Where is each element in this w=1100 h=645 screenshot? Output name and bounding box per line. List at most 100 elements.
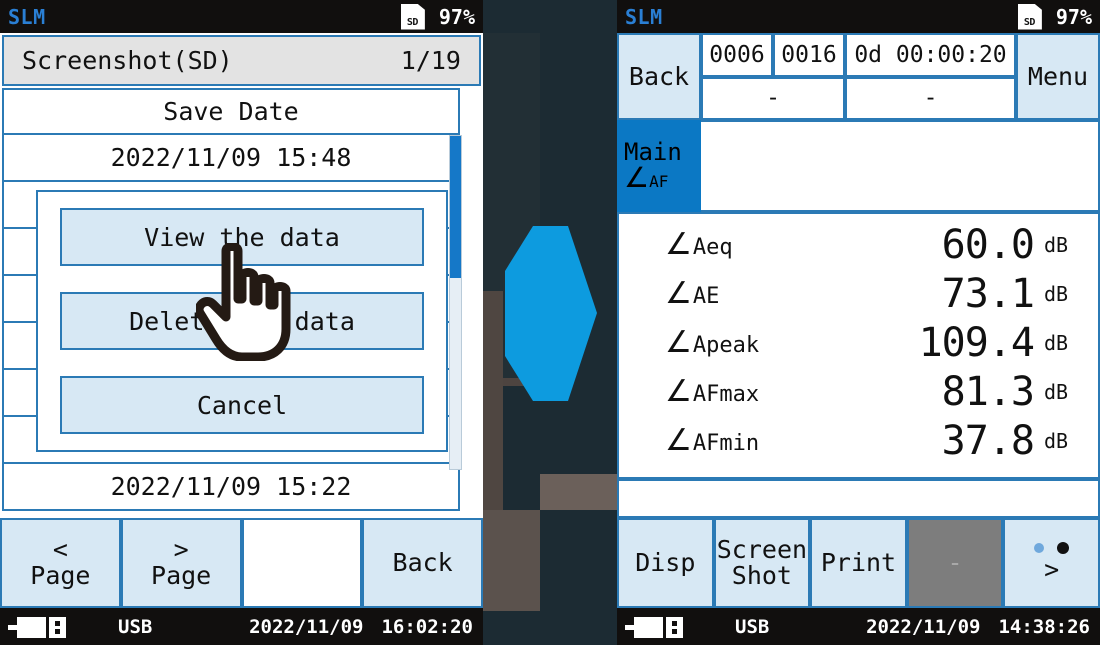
tab-main-laf[interactable]: Main ∠AF <box>617 120 701 212</box>
measurement-subscript: AFmax <box>692 382 760 407</box>
right-screen-panel: SLM SD 97% Back 0006 0016 0d 00:00:20 -- M… <box>617 0 1100 645</box>
disp-button[interactable]: Disp <box>617 518 714 608</box>
measurement-subscript: AFmin <box>692 431 760 456</box>
back-button[interactable]: Back <box>617 33 701 120</box>
sd-card-label: SD <box>406 16 419 28</box>
menu-button[interactable]: Menu <box>1016 33 1100 120</box>
header-cell-bottom: - <box>845 76 1016 120</box>
softkey-label-line1: Back <box>392 547 453 577</box>
page-dot <box>1034 543 1045 554</box>
app-title-left: SLM <box>8 4 46 29</box>
measurement-row: ∠ Apeak 109.4 dB <box>619 318 1098 367</box>
plug-body <box>17 616 46 638</box>
header-cells-bottom-row: -- <box>701 76 1016 120</box>
measurement-value: 81.3 <box>941 368 1035 415</box>
measurement-header-bar: Back 0006 0016 0d 00:00:20 -- Menu <box>617 33 1100 120</box>
softkey-label-line1: > <box>173 534 189 564</box>
delete-the-data-button[interactable]: Delete the data <box>60 292 424 350</box>
left-bottom-status-bar: USB 2022/11/09 16:02:20 <box>0 608 483 645</box>
list-item[interactable]: 2022/11/09 15:48 <box>2 135 460 182</box>
header-cells-top-row: 0006 0016 0d 00:00:20 <box>701 33 1016 77</box>
screen-title-bar: Screenshot(SD) 1/19 <box>2 35 481 86</box>
tab-row-filler <box>701 120 1100 212</box>
date-right: 2022/11/09 <box>866 615 981 638</box>
softkey-label-line2: Shot <box>731 561 792 590</box>
angle-symbol: ∠ <box>665 374 692 409</box>
measurement-label: ∠ AFmin <box>619 423 809 458</box>
next-softkey-page-button[interactable]: > <box>1003 518 1100 608</box>
scrollbar-thumb[interactable] <box>450 136 461 278</box>
view-the-data-button[interactable]: View the data <box>60 208 424 266</box>
measurement-label: ∠ Apeak <box>619 325 809 360</box>
plug-dot-bottom <box>55 628 60 634</box>
angle-symbol: ∠ <box>665 325 692 360</box>
angle-symbol: ∠ <box>665 276 692 311</box>
list-scrollbar[interactable] <box>449 135 462 470</box>
softkey-label-line2: Page <box>30 561 91 590</box>
list-item[interactable]: 2022/11/09 15:22 <box>2 464 460 511</box>
measurement-row: ∠ Aeq 60.0 dB <box>619 220 1098 269</box>
main-tab-row: Main ∠AF <box>617 120 1100 212</box>
measurement-row: ∠ AE 73.1 dB <box>619 269 1098 318</box>
app-title-right: SLM <box>625 4 663 29</box>
measurement-unit: dB <box>1044 379 1069 404</box>
measurement-value: 73.1 <box>941 270 1035 317</box>
cancel-button[interactable]: Cancel <box>60 376 424 434</box>
angle-symbol: ∠ <box>665 227 692 262</box>
page-counter: 1/19 <box>400 46 461 75</box>
list-header: Save Date <box>2 88 460 135</box>
softkey-label-line1: Screen <box>716 534 808 564</box>
header-cell-top: 0d 00:00:20 <box>845 33 1016 77</box>
measurement-empty-row <box>617 479 1100 518</box>
page-dot <box>1057 542 1070 555</box>
measurement-subscript: Apeak <box>692 333 760 358</box>
left-status-bar: SLM SD 97% <box>0 0 483 33</box>
header-cell-top: 0016 <box>773 33 845 77</box>
screen-shot-button[interactable]: Screen Shot <box>713 518 811 608</box>
softkey-label-line1: < <box>52 534 68 564</box>
disabled-softkey[interactable]: - <box>906 518 1004 608</box>
header-cell-bottom: - <box>701 76 845 120</box>
measurement-unit: dB <box>1044 428 1069 453</box>
print-button[interactable]: Print <box>810 518 907 608</box>
softkey-label-line1: > <box>1044 555 1060 585</box>
measurement-subscript: AE <box>692 284 720 309</box>
right-arrow-icon <box>505 226 597 401</box>
next-page-button[interactable]: > Page <box>120 518 242 608</box>
gutter-block-g <box>478 510 540 611</box>
measurement-row: ∠ AFmax 81.3 dB <box>619 367 1098 416</box>
measurement-unit: dB <box>1044 330 1069 355</box>
tab-weighting-sub: AF <box>649 172 669 191</box>
plug-dot-top <box>55 620 60 626</box>
measurement-label: ∠ AFmax <box>619 374 809 409</box>
angle-symbol: ∠ <box>624 161 650 194</box>
right-status-bar: SLM SD 97% <box>617 0 1100 33</box>
time-right: 14:38:26 <box>998 615 1090 638</box>
back-button[interactable]: Back <box>362 518 483 608</box>
plug-body <box>634 616 663 638</box>
connection-label-right: USB <box>735 615 770 638</box>
sd-card-icon: SD <box>1017 3 1042 30</box>
left-screen-panel: SLM SD 97% Screenshot(SD) 1/19 Save Date… <box>0 0 483 645</box>
page-dots <box>1034 542 1070 555</box>
data-action-dialog: View the data Delete the data Cancel <box>36 190 448 452</box>
measurement-values-panel: ∠ Aeq 60.0 dB ∠ AE 73.1 dB ∠ Apeak 109.4 dB ∠ AFmax 81… <box>617 212 1100 479</box>
power-plug-icon <box>625 615 683 639</box>
power-plug-icon <box>8 615 66 639</box>
empty-softkey <box>241 518 363 608</box>
right-bottom-status-bar: USB 2022/11/09 14:38:26 <box>617 608 1100 645</box>
measurement-value: 109.4 <box>918 319 1035 366</box>
measurement-label: ∠ AE <box>619 276 809 311</box>
sd-card-icon: SD <box>400 3 425 30</box>
measurement-subscript: Aeq <box>692 235 733 260</box>
prev-page-button[interactable]: < Page <box>0 518 121 608</box>
measurement-label: ∠ Aeq <box>619 227 809 262</box>
plug-dot-bottom <box>672 628 677 634</box>
softkey-label-line1: Print <box>820 547 897 577</box>
sd-card-label: SD <box>1023 16 1036 28</box>
header-cell-top: 0006 <box>701 33 773 77</box>
date-left: 2022/11/09 <box>249 615 364 638</box>
left-softkey-bar: < Page > Page Back <box>0 518 483 608</box>
measurement-unit: dB <box>1044 281 1069 306</box>
softkey-label-line1: Disp <box>635 547 696 577</box>
